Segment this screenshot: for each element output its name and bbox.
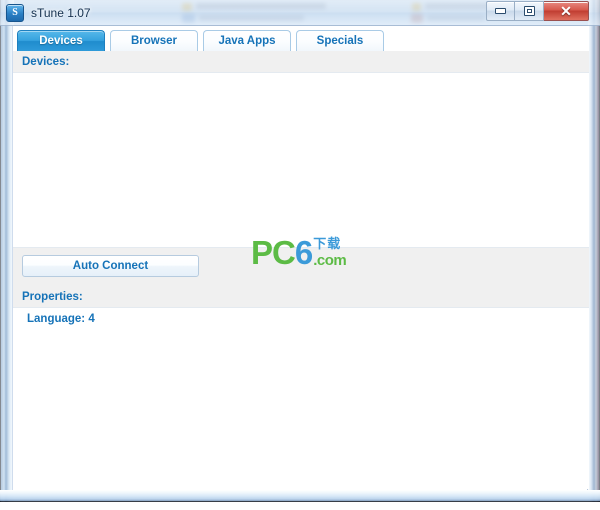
app-icon-letter: S	[12, 7, 18, 18]
devices-section-header: Devices:	[13, 51, 589, 72]
window-controls: ✕	[486, 1, 589, 21]
tab-label: Specials	[316, 35, 364, 47]
properties-header-label: Properties:	[22, 290, 83, 303]
window-title: sTune 1.07	[31, 6, 91, 20]
properties-section-header: Properties:	[13, 286, 589, 307]
devices-header-label: Devices:	[22, 55, 70, 68]
minimize-button[interactable]	[486, 1, 515, 21]
stune-app-icon: S	[6, 4, 24, 22]
list-item[interactable]: Language: 4	[13, 308, 589, 325]
maximize-button[interactable]	[515, 1, 544, 21]
maximize-icon	[523, 6, 535, 16]
devices-list[interactable]	[13, 72, 589, 248]
close-icon: ✕	[560, 3, 572, 19]
tab-specials[interactable]: Specials	[296, 30, 384, 51]
tab-browser[interactable]: Browser	[110, 30, 198, 51]
tab-label: Devices	[39, 35, 83, 47]
property-label: Language: 4	[27, 313, 95, 325]
close-button[interactable]: ✕	[544, 1, 589, 21]
auto-connect-button[interactable]: Auto Connect	[22, 255, 199, 277]
tab-label: Java Apps	[218, 35, 276, 47]
window-border-bottom	[0, 490, 600, 502]
title-bar[interactable]: S sTune 1.07 ✕	[0, 0, 600, 26]
client-area: Devices Browser Java Apps Specials Devic…	[12, 26, 589, 490]
tab-java-apps[interactable]: Java Apps	[203, 30, 291, 51]
tab-devices[interactable]: Devices	[17, 30, 105, 51]
title-bar-content: S sTune 1.07	[6, 3, 91, 23]
tab-strip: Devices Browser Java Apps Specials	[13, 26, 589, 51]
minimize-icon	[495, 8, 506, 14]
window-border-right	[588, 0, 600, 502]
auto-connect-label: Auto Connect	[72, 260, 149, 272]
properties-list[interactable]: Language: 4	[13, 307, 589, 489]
application-window: S sTune 1.07 ✕ Devices Browser Java Apps…	[0, 0, 600, 502]
tab-label: Browser	[130, 35, 178, 47]
auto-connect-band: Auto Connect	[13, 248, 589, 286]
